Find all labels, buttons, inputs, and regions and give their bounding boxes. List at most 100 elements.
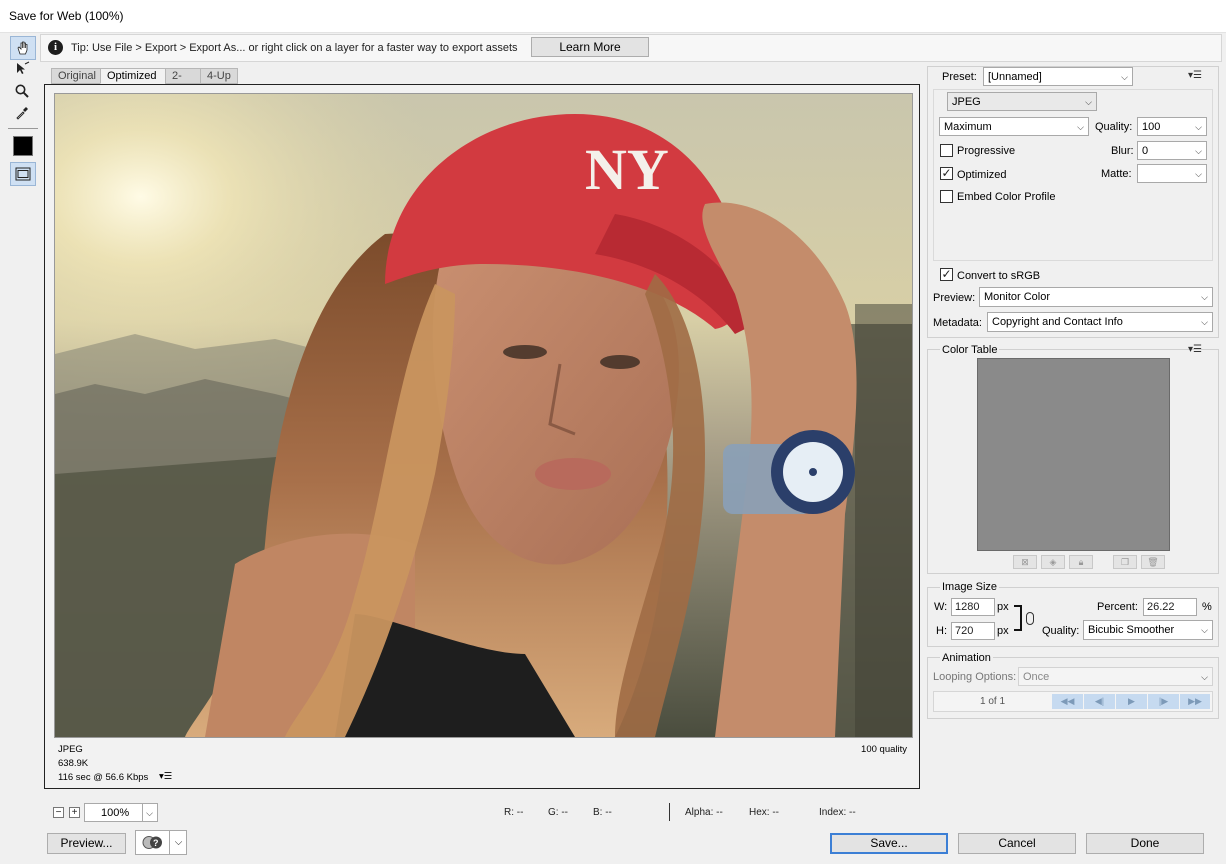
embed-color-profile-checkbox[interactable] xyxy=(940,190,953,203)
first-frame-icon[interactable]: ◀◀ xyxy=(1052,694,1083,709)
new-color-icon[interactable]: ❐ xyxy=(1113,555,1137,569)
quality-input[interactable]: 100 ⌵ xyxy=(1137,117,1207,136)
metadata-label: Metadata: xyxy=(933,317,982,329)
resample-quality-label: Quality: xyxy=(1042,625,1080,637)
zoom-tool-icon[interactable] xyxy=(10,80,34,102)
chevron-down-icon: ⌵ xyxy=(1195,122,1202,132)
tab-optimized[interactable]: Optimized xyxy=(100,68,166,84)
chevron-down-icon: ⌵ xyxy=(1121,72,1128,82)
readout-b: B: -- xyxy=(593,807,612,818)
chevron-down-icon: ⌵ xyxy=(142,804,153,822)
animation-title: Animation xyxy=(940,652,993,664)
preview-button[interactable]: Preview... xyxy=(47,833,126,854)
link-icon[interactable] xyxy=(1026,612,1034,625)
previous-frame-icon[interactable]: ◀| xyxy=(1084,694,1115,709)
zoom-level-select[interactable]: 100% ⌵ xyxy=(84,803,158,822)
hand-tool-icon[interactable] xyxy=(10,36,36,60)
chevron-down-icon: ⌵ xyxy=(1201,672,1208,682)
map-transparency-icon[interactable]: ⊠ xyxy=(1013,555,1037,569)
save-button[interactable]: Save... xyxy=(830,833,948,854)
tab-2-up[interactable]: 2-Up xyxy=(165,68,201,97)
resample-quality-select[interactable]: Bicubic Smoother ⌵ xyxy=(1083,620,1213,640)
preset-select[interactable]: [Unnamed] ⌵ xyxy=(983,67,1133,86)
color-table-menu-icon[interactable]: ▾☰ xyxy=(1188,344,1202,355)
info-icon: i xyxy=(48,40,63,55)
done-button[interactable]: Done xyxy=(1086,833,1204,854)
height-input[interactable]: 720 xyxy=(951,622,995,640)
readout-alpha: Alpha: -- xyxy=(685,807,723,818)
blur-input[interactable]: 0 ⌵ xyxy=(1137,141,1207,160)
preview-color-select[interactable]: Monitor Color ⌵ xyxy=(979,287,1213,307)
optimized-checkbox[interactable]: ✓ xyxy=(940,167,953,180)
tab-original[interactable]: Original xyxy=(51,68,101,84)
zoom-level-value: 100% xyxy=(101,807,130,819)
web-shift-icon[interactable]: ◈ xyxy=(1041,555,1065,569)
percent-input[interactable]: 26.22 xyxy=(1143,598,1197,616)
preview-value: Monitor Color xyxy=(984,291,1051,303)
width-label: W: xyxy=(934,601,948,613)
convert-srgb-checkbox[interactable]: ✓ xyxy=(940,268,953,281)
blur-label: Blur: xyxy=(1111,145,1134,157)
readout-g: G: -- xyxy=(548,807,568,818)
title-bar: Save for Web (100%) xyxy=(0,0,1226,33)
color-table-swatches[interactable] xyxy=(977,358,1170,551)
quality-label: Quality: xyxy=(1095,121,1133,133)
compression-quality-select[interactable]: Maximum ⌵ xyxy=(939,117,1089,136)
readout-divider xyxy=(669,803,670,821)
svg-text:?: ? xyxy=(153,838,159,848)
eyedropper-color-swatch[interactable] xyxy=(13,136,33,156)
readout-r: R: -- xyxy=(504,807,524,818)
play-icon[interactable]: ▶ xyxy=(1116,694,1147,709)
compression-value: Maximum xyxy=(944,121,992,133)
info-format: JPEG xyxy=(58,744,83,755)
blur-value: 0 xyxy=(1142,145,1149,157)
looping-options-value: Once xyxy=(1023,671,1050,683)
browser-preview-select[interactable]: ? ⌵ xyxy=(135,830,187,855)
color-table-title: Color Table xyxy=(940,344,1000,356)
looping-options-label: Looping Options: xyxy=(933,671,1017,683)
animation-frame-controls: 1 of 1 ◀◀ ◀| ▶ |▶ ▶▶ xyxy=(933,691,1213,712)
chevron-down-icon: ⌵ xyxy=(1201,292,1208,302)
metadata-value: Copyright and Contact Info xyxy=(992,316,1123,328)
preset-value: [Unnamed] xyxy=(988,71,1042,83)
matte-select[interactable]: ⌵ xyxy=(1137,164,1207,183)
optimized-image-preview[interactable]: NY xyxy=(54,93,913,738)
svg-text:NY: NY xyxy=(585,137,669,202)
format-select[interactable]: JPEG ⌵ xyxy=(947,92,1097,111)
readout-index: Index: -- xyxy=(819,807,856,818)
progressive-label: Progressive xyxy=(957,145,1016,157)
next-frame-icon[interactable]: |▶ xyxy=(1148,694,1179,709)
width-input[interactable]: 1280 xyxy=(951,598,995,616)
zoom-in-icon[interactable]: + xyxy=(69,807,80,818)
constrain-bracket xyxy=(1014,605,1022,631)
percent-unit: % xyxy=(1202,601,1212,613)
last-frame-icon[interactable]: ▶▶ xyxy=(1180,694,1210,709)
chevron-down-icon: ⌵ xyxy=(1085,97,1092,107)
resample-quality-value: Bicubic Smoother xyxy=(1088,624,1175,636)
preset-label: Preset: xyxy=(942,71,977,83)
info-menu-icon[interactable]: ▾☰ xyxy=(159,771,172,782)
percent-label: Percent: xyxy=(1097,601,1138,613)
matte-label: Matte: xyxy=(1101,168,1132,180)
looping-options-select[interactable]: Once ⌵ xyxy=(1018,667,1213,686)
window-title: Save for Web (100%) xyxy=(9,9,124,23)
width-unit: px xyxy=(997,601,1009,613)
optimize-menu-icon[interactable]: ▾☰ xyxy=(1188,70,1202,81)
toggle-slices-visibility-icon[interactable] xyxy=(10,162,36,186)
chevron-down-icon: ⌵ xyxy=(1201,625,1208,635)
preview-canvas: NY JPEG 638.9K 116 sec @ 56.6 Kbps ▾☰ 10… xyxy=(44,84,920,789)
metadata-select[interactable]: Copyright and Contact Info ⌵ xyxy=(987,312,1213,332)
tip-bar: i Tip: Use File > Export > Export As... … xyxy=(40,34,1222,62)
trash-icon[interactable]: 🗑︎ xyxy=(1141,555,1165,569)
progressive-checkbox[interactable] xyxy=(940,144,953,157)
lock-color-icon[interactable]: 🔒︎ xyxy=(1069,555,1093,569)
portrait-photo: NY xyxy=(55,94,912,737)
info-file-size: 638.9K xyxy=(58,758,89,769)
eyedropper-tool-icon[interactable] xyxy=(10,102,34,124)
preview-label: Preview: xyxy=(933,292,976,304)
learn-more-button[interactable]: Learn More xyxy=(531,37,649,57)
cancel-button[interactable]: Cancel xyxy=(958,833,1076,854)
tab-4-up[interactable]: 4-Up xyxy=(200,68,238,84)
slice-select-tool-icon[interactable] xyxy=(10,58,34,80)
zoom-out-icon[interactable]: − xyxy=(53,807,64,818)
